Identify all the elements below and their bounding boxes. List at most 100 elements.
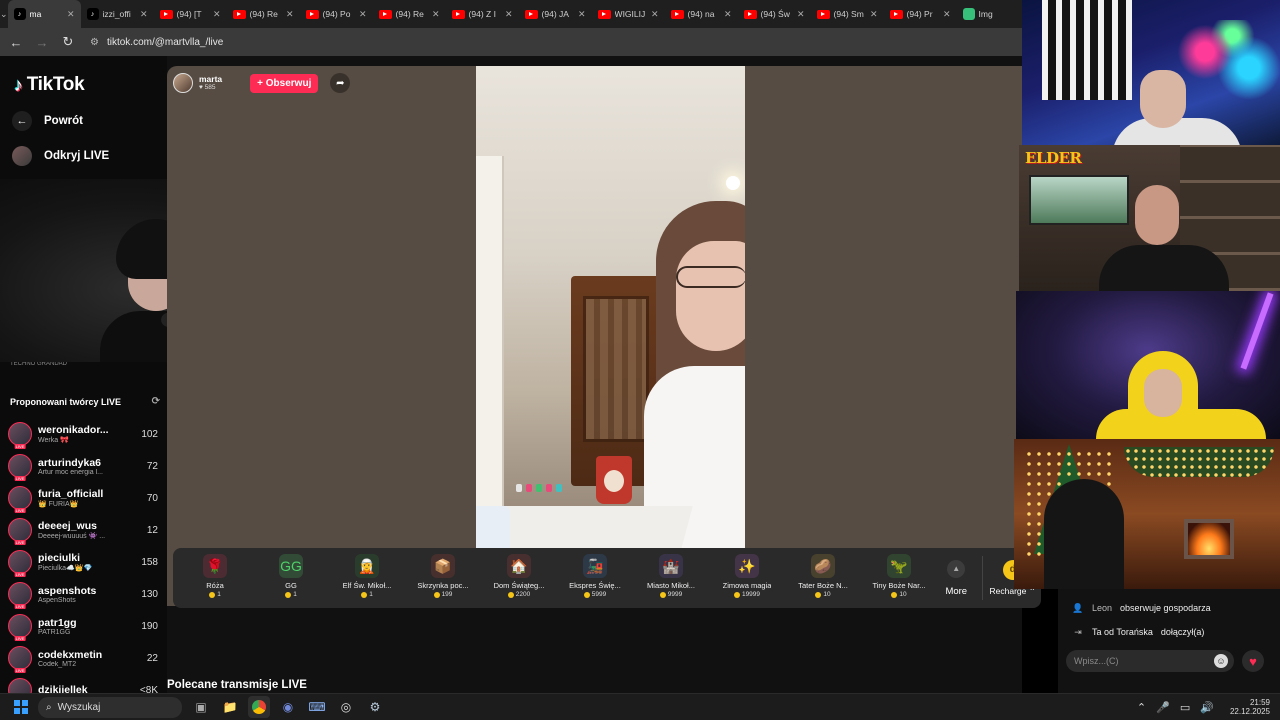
file-explorer-icon[interactable]: 📁 xyxy=(219,696,241,718)
live-stream-stage: marta ♥ 585 + Obserwuj ➦ xyxy=(167,66,1022,606)
close-tab-icon[interactable]: ✕ xyxy=(943,9,951,20)
gift-item[interactable]: 🏰 Miasto Mikoł... 9999 xyxy=(633,550,709,606)
gift-item[interactable]: ✨ Zimowa magia 19999 xyxy=(709,550,785,606)
start-button[interactable] xyxy=(11,697,31,717)
gift-item[interactable]: 🥔 Tater Boże N... 10 xyxy=(785,550,861,606)
creator-avatar xyxy=(8,486,32,510)
reload-icon[interactable]: ↻ xyxy=(60,34,76,50)
browser-tab[interactable]: (94) Re ✕ xyxy=(373,0,446,28)
close-tab-icon[interactable]: ✕ xyxy=(870,9,878,20)
browser-tab[interactable]: ♪ ma ✕ xyxy=(7,0,81,28)
discord-icon[interactable]: ◉ xyxy=(277,696,299,718)
close-tab-icon[interactable]: ✕ xyxy=(578,9,586,20)
close-tab-icon[interactable]: ✕ xyxy=(213,9,221,20)
coin-icon xyxy=(361,591,368,598)
creator-name: arturindyka6 xyxy=(38,456,102,469)
suggested-creator[interactable]: patr1ggPATR1GG 190 xyxy=(8,610,158,642)
chat-user[interactable]: Ta od Torańska xyxy=(1092,627,1153,637)
volume-icon[interactable]: 🔊 xyxy=(1200,701,1214,714)
close-tab-icon[interactable]: ✕ xyxy=(140,9,148,20)
suggested-creator[interactable]: pieciulkiPieciulka☁️👑💎 158 xyxy=(8,546,158,578)
gift-item[interactable]: 🚂 Ekspres Świę... 5999 xyxy=(557,550,633,606)
address-bar: ← → ↻ ⚙ tiktok.com/@martvlla_/live xyxy=(0,28,1022,56)
close-tab-icon[interactable]: ✕ xyxy=(432,9,440,20)
gift-item[interactable]: 🦖 Tiny Boże Nar... 10 xyxy=(861,550,937,606)
back-arrow-icon[interactable]: ← xyxy=(8,34,24,50)
suggested-creator[interactable]: dzikijellek <8K xyxy=(8,674,158,693)
browser-tab[interactable]: (94) Z I ✕ xyxy=(446,0,519,28)
youtube-favicon-icon xyxy=(889,9,903,19)
task-view-icon[interactable]: ▣ xyxy=(190,696,212,718)
close-tab-icon[interactable]: ✕ xyxy=(359,9,367,20)
network-icon[interactable]: ▭ xyxy=(1180,701,1190,714)
chrome-icon[interactable] xyxy=(248,696,270,718)
browser-tab[interactable]: (94) Św ✕ xyxy=(738,0,811,28)
suggested-creator[interactable]: codekxmetinCodek_MT2 22 xyxy=(8,642,158,674)
more-gifts-button[interactable]: ▲ More xyxy=(937,559,976,597)
browser-tab[interactable]: (94) na ✕ xyxy=(665,0,738,28)
steam-icon[interactable]: ⚙ xyxy=(364,696,386,718)
site-info-icon[interactable]: ⚙ xyxy=(90,37,99,48)
gift-price: 199 xyxy=(433,591,452,598)
close-tab-icon[interactable]: ✕ xyxy=(505,9,513,20)
taskbar-search-placeholder: Wyszukaj xyxy=(57,701,101,713)
coin-icon xyxy=(285,591,292,598)
close-tab-icon[interactable]: ✕ xyxy=(651,9,659,20)
follow-button[interactable]: + Obserwuj xyxy=(250,73,319,93)
suggested-creator[interactable]: furia_officiall👑 FURIA👑 70 xyxy=(8,482,158,514)
host-name[interactable]: marta xyxy=(199,74,222,84)
logo-text: TikTok xyxy=(26,74,85,95)
suggested-creator[interactable]: deeeej_wusDeeeej-wuuuuś 👾 ... 12 xyxy=(8,514,158,546)
host-avatar[interactable] xyxy=(173,73,193,93)
stream-video[interactable] xyxy=(476,66,745,606)
browser-tab[interactable]: (94) Pr ✕ xyxy=(884,0,957,28)
creator-subtitle: PATR1GG xyxy=(38,628,71,636)
browser-tab[interactable]: Img xyxy=(957,0,1022,28)
suggested-creator[interactable]: arturindyka6Artur moc energia l... 72 xyxy=(8,450,158,482)
back-link[interactable]: ← Powrót xyxy=(12,111,83,131)
share-icon[interactable]: ➦ xyxy=(330,73,351,93)
url-field[interactable]: ⚙ tiktok.com/@martvlla_/live xyxy=(90,37,223,48)
emoji-icon[interactable]: ☺ xyxy=(1214,654,1228,668)
chat-input-wrapper: ☺ xyxy=(1066,650,1234,672)
chat-input[interactable] xyxy=(1074,656,1204,666)
tray-chevron-icon[interactable]: ⌃ xyxy=(1137,701,1146,714)
clock[interactable]: 21:59 22.12.2025 xyxy=(1230,698,1270,717)
gift-item[interactable]: GG GG 1 xyxy=(253,550,329,606)
forward-arrow-icon[interactable]: → xyxy=(34,34,50,50)
gift-item[interactable]: 📦 Skrzynka poc... 199 xyxy=(405,550,481,606)
creator-name: dzikijellek xyxy=(38,684,88,693)
tab-list-chevron-icon[interactable]: ⌄ xyxy=(0,0,8,28)
chat-user[interactable]: Leon xyxy=(1092,603,1112,613)
gift-price: 1 xyxy=(209,591,221,598)
suggested-creator[interactable]: aspenshotsAspenShots 130 xyxy=(8,578,158,610)
discover-live-link[interactable]: Odkryj LIVE xyxy=(12,146,109,166)
heart-like-button[interactable]: ♥ xyxy=(1242,650,1264,672)
browser-tab[interactable]: (94) Re ✕ xyxy=(227,0,300,28)
obs-icon[interactable]: ◎ xyxy=(335,696,357,718)
browser-tab[interactable]: (94) JA ✕ xyxy=(519,0,592,28)
taskbar-search[interactable]: ⌕ Wyszukaj xyxy=(38,696,182,718)
refresh-icon[interactable]: ⟳ xyxy=(152,396,160,407)
gift-item[interactable]: 🌹 Róża 1 xyxy=(177,550,253,606)
microphone-icon[interactable]: 🎤 xyxy=(1156,701,1170,714)
browser-tab[interactable]: WIGILIJ ✕ xyxy=(592,0,665,28)
browser-tab[interactable]: (94) Po ✕ xyxy=(300,0,373,28)
browser-tab[interactable]: ♪ izzi_offi ✕ xyxy=(81,0,154,28)
close-tab-icon[interactable]: ✕ xyxy=(67,9,75,20)
chat-message: 👤 Leon obserwuje gospodarza xyxy=(1072,602,1210,614)
browser-tab[interactable]: (94) Sm ✕ xyxy=(811,0,884,28)
close-tab-icon[interactable]: ✕ xyxy=(286,9,294,20)
gift-item[interactable]: 🏠 Dom Świąteg... 2200 xyxy=(481,550,557,606)
close-tab-icon[interactable]: ✕ xyxy=(724,9,732,20)
gift-item[interactable]: 🧝 Elf Św. Mikoł... 1 xyxy=(329,550,405,606)
suggested-creator[interactable]: weronikador...Werka 🎀 102 xyxy=(8,418,158,450)
creator-subtitle: Pieciulka☁️👑💎 xyxy=(38,565,93,572)
creator-text: patr1gg PATR1GG xyxy=(38,617,130,636)
terminal-icon[interactable]: ⌨ xyxy=(306,696,328,718)
browser-tab[interactable]: (94) [T ✕ xyxy=(154,0,227,28)
close-tab-icon[interactable]: ✕ xyxy=(797,9,805,20)
creator-name: codekxmetin xyxy=(38,648,103,661)
tiktok-logo[interactable]: ♪ TikTok xyxy=(14,74,85,96)
youtube-favicon-icon xyxy=(451,9,465,19)
